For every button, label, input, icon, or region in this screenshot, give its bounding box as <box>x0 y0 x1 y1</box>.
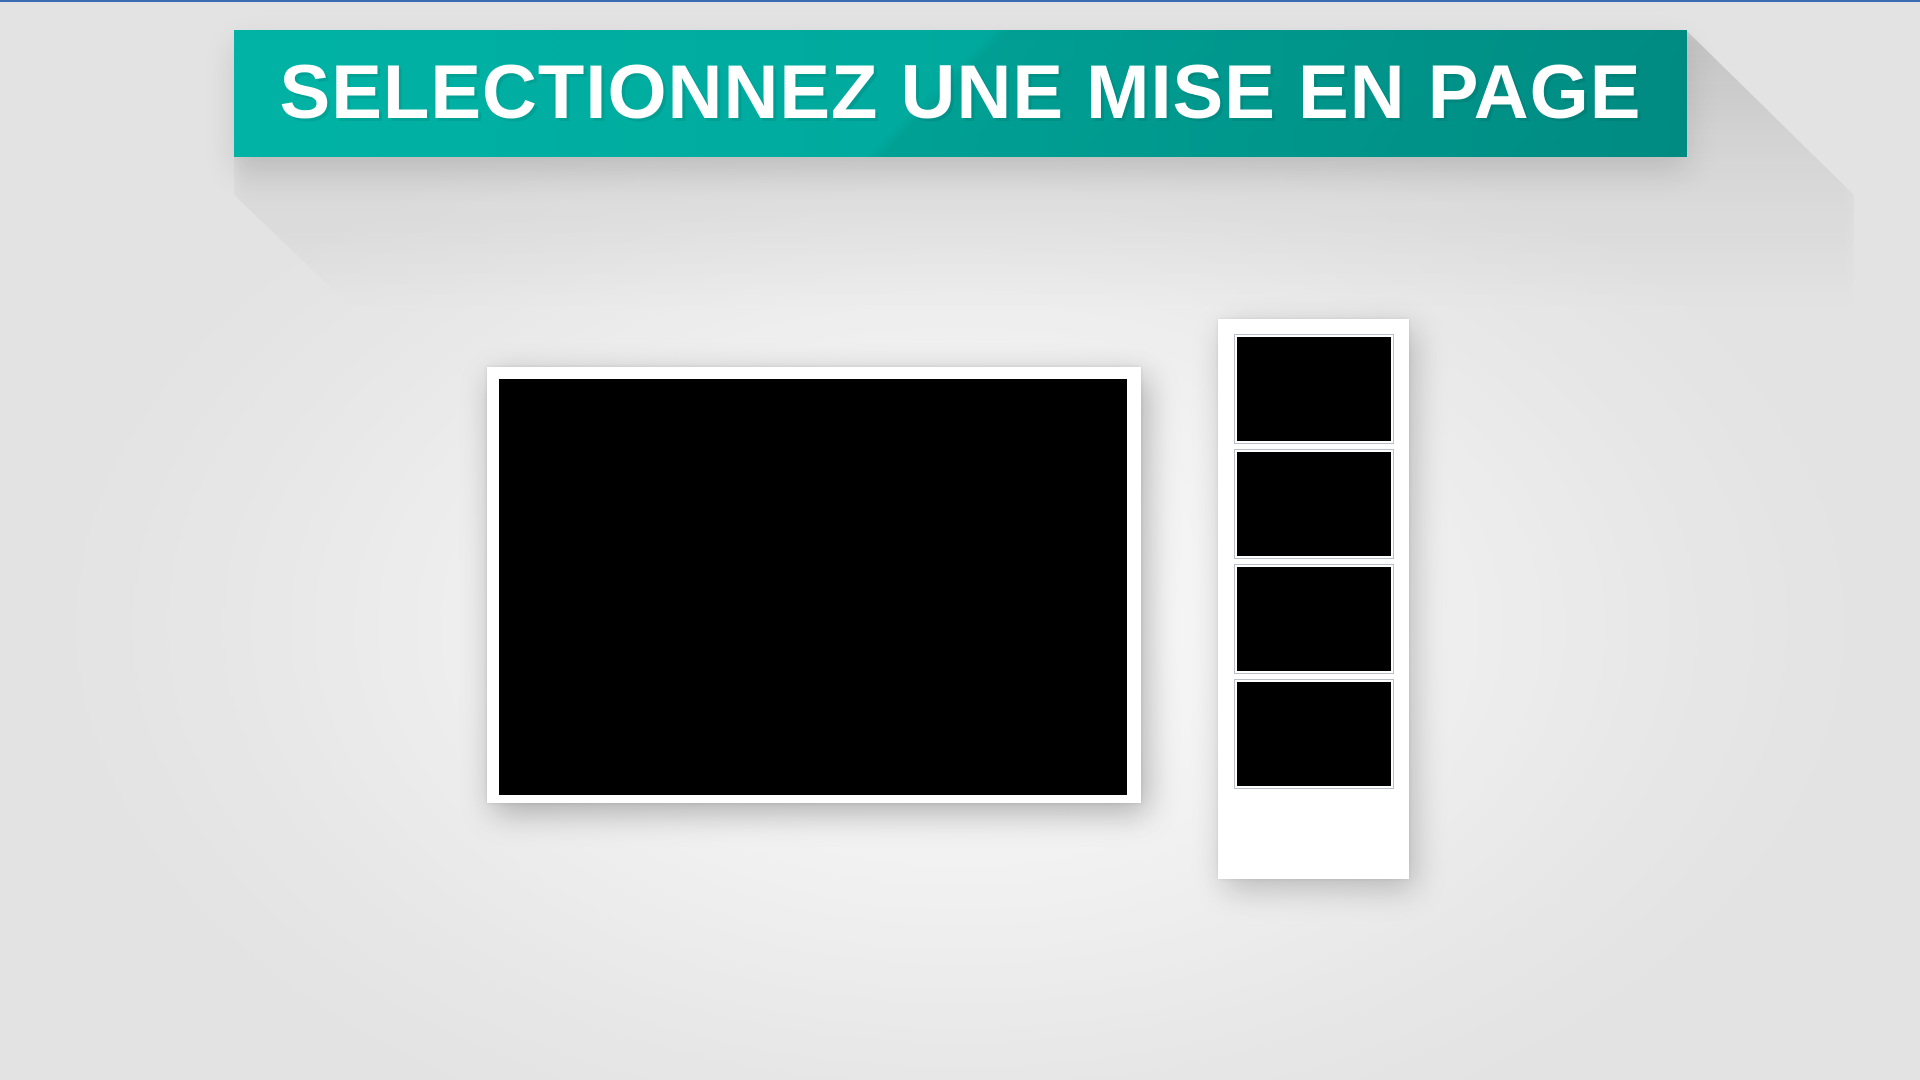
title-banner: SELECTIONNEZ UNE MISE EN PAGE <box>234 30 1687 157</box>
strip-photo-slot-4 <box>1235 680 1393 788</box>
photo-slot <box>499 379 1127 795</box>
strip-photo-slot-3 <box>1235 565 1393 673</box>
strip-photo-slot-2 <box>1235 450 1393 558</box>
layout-option-single-photo[interactable] <box>487 367 1141 803</box>
top-accent-line <box>0 0 1920 2</box>
strip-photo-slot-1 <box>1235 335 1393 443</box>
layout-option-photo-strip[interactable] <box>1218 319 1409 879</box>
page-title: SELECTIONNEZ UNE MISE EN PAGE <box>279 50 1642 135</box>
